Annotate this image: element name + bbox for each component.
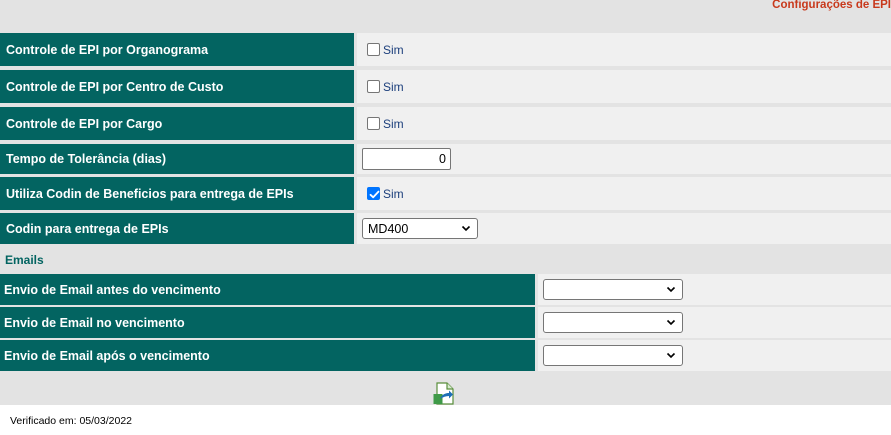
email-row-antes: Envio de Email antes do vencimento xyxy=(0,274,891,305)
document-arrow-icon xyxy=(433,382,454,405)
codin-select-value: MD400 xyxy=(368,221,409,236)
cargo-checkbox[interactable]: Sim xyxy=(367,117,404,131)
settings-panel: Configurações de EPI Controle de EPI por… xyxy=(0,0,891,405)
organograma-checkbox[interactable]: Sim xyxy=(367,43,404,57)
tolerance-days-input[interactable]: 0 xyxy=(362,148,451,170)
email-before-select[interactable] xyxy=(543,279,683,300)
setting-value: 0 xyxy=(357,144,891,174)
codin-select[interactable]: MD400 xyxy=(362,218,478,239)
setting-row-codin-beneficios: Utiliza Codin de Beneficios para entrega… xyxy=(0,177,891,210)
checkbox-box[interactable] xyxy=(367,117,380,130)
email-after-select[interactable] xyxy=(543,345,683,366)
verified-date-text: Verificado em: 05/03/2022 xyxy=(10,415,133,427)
centro-custo-checkbox[interactable]: Sim xyxy=(367,80,404,94)
setting-value: Sim xyxy=(357,70,891,103)
email-value xyxy=(538,307,891,338)
setting-value: Sim xyxy=(357,33,891,66)
setting-value: Sim xyxy=(357,177,891,210)
setting-row-tolerancia: Tempo de Tolerância (dias) 0 xyxy=(0,144,891,174)
email-due-select[interactable] xyxy=(543,312,683,333)
checkbox-box[interactable] xyxy=(367,43,380,56)
checkmark-icon xyxy=(369,190,380,199)
checkbox-label: Sim xyxy=(383,186,404,201)
chevron-down-icon xyxy=(461,225,471,232)
email-value xyxy=(538,340,891,371)
setting-label: Controle de EPI por Cargo xyxy=(0,107,357,140)
email-row-apos: Envio de Email após o vencimento xyxy=(0,340,891,371)
setting-label: Controle de EPI por Centro de Custo xyxy=(0,70,357,103)
checkbox-box[interactable] xyxy=(367,80,380,93)
setting-label: Tempo de Tolerância (dias) xyxy=(0,144,357,174)
emails-section-label: Emails xyxy=(5,253,44,267)
setting-label: Utiliza Codin de Beneficios para entrega… xyxy=(0,177,357,210)
checkbox-label: Sim xyxy=(383,79,404,94)
email-value xyxy=(538,274,891,305)
setting-value: MD400 xyxy=(357,213,891,244)
setting-label: Controle de EPI por Organograma xyxy=(0,33,357,66)
chevron-down-icon xyxy=(666,352,676,359)
checkbox-label: Sim xyxy=(383,116,404,131)
email-label: Envio de Email após o vencimento xyxy=(0,340,538,371)
page-title: Configurações de EPI xyxy=(772,0,891,11)
setting-value: Sim xyxy=(357,107,891,140)
setting-row-centro-custo: Controle de EPI por Centro de Custo Sim xyxy=(0,70,891,103)
setting-label: Codin para entrega de EPIs xyxy=(0,213,357,244)
checkbox-box-checked[interactable] xyxy=(367,187,380,200)
setting-row-organograma: Controle de EPI por Organograma Sim xyxy=(0,33,891,66)
email-row-no-vencimento: Envio de Email no vencimento xyxy=(0,307,891,338)
checkbox-label: Sim xyxy=(383,42,404,57)
epi-settings-page: Configurações de EPI Controle de EPI por… xyxy=(0,0,891,435)
email-label: Envio de Email no vencimento xyxy=(0,307,538,338)
save-document-icon[interactable] xyxy=(433,382,456,405)
email-label: Envio de Email antes do vencimento xyxy=(0,274,538,305)
chevron-down-icon xyxy=(666,286,676,293)
setting-row-codin-entrega: Codin para entrega de EPIs MD400 xyxy=(0,213,891,244)
chevron-down-icon xyxy=(666,319,676,326)
codin-beneficios-checkbox[interactable]: Sim xyxy=(367,187,404,201)
setting-row-cargo: Controle de EPI por Cargo Sim xyxy=(0,107,891,140)
